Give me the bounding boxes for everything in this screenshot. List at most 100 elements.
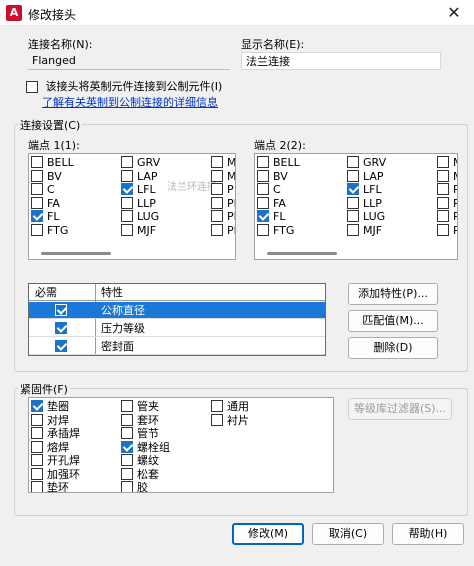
checklist-item[interactable]: LFL xyxy=(121,183,156,196)
checklist-item[interactable]: FA xyxy=(257,196,286,210)
checkbox[interactable] xyxy=(211,400,223,412)
checklist-item[interactable]: FTG xyxy=(31,223,68,237)
checkbox[interactable] xyxy=(437,169,449,182)
checkbox[interactable] xyxy=(437,210,449,222)
checklist-item[interactable]: M xyxy=(211,156,235,169)
checkbox[interactable] xyxy=(121,156,133,168)
checkbox[interactable] xyxy=(437,223,449,236)
checkbox[interactable] xyxy=(31,223,43,236)
checkbox[interactable] xyxy=(31,427,43,439)
checkbox[interactable] xyxy=(31,413,43,426)
checkbox[interactable] xyxy=(31,210,43,222)
checklist-item[interactable]: 管节 xyxy=(121,427,159,440)
checkbox[interactable] xyxy=(211,210,223,222)
checkbox[interactable] xyxy=(437,196,449,209)
imperial-option[interactable]: 该接头将英制元件连接到公制元件(I) xyxy=(26,78,222,94)
checklist-item[interactable]: BELL xyxy=(257,156,300,169)
checklist-item[interactable]: M xyxy=(437,156,457,169)
checkbox[interactable] xyxy=(347,169,359,182)
required-checkbox[interactable] xyxy=(55,322,67,334)
fasteners-list[interactable]: 垫圈 对焊 承插焊 熔焊 开孔焊 加强环 垫环 管夹 套环 管节 螺栓组 螺纹 松套胶 通用 衬片 xyxy=(28,397,334,493)
checkbox[interactable] xyxy=(121,481,133,492)
checkbox[interactable] xyxy=(121,223,133,236)
add-property-button[interactable]: 添加特性(P)... xyxy=(348,283,438,305)
checklist-item[interactable]: P xyxy=(437,210,457,223)
close-icon[interactable]: ✕ xyxy=(434,0,474,26)
checkbox[interactable] xyxy=(211,156,223,168)
checklist-item[interactable]: P xyxy=(211,183,234,196)
checklist-item[interactable]: 松套 xyxy=(121,467,159,481)
checklist-item[interactable]: MJF xyxy=(121,223,156,237)
checklist-item[interactable]: 衬片 xyxy=(211,413,249,427)
checklist-item[interactable]: LFL xyxy=(347,183,382,196)
required-cell[interactable] xyxy=(55,340,67,357)
checkbox[interactable] xyxy=(211,169,223,182)
checkbox[interactable] xyxy=(31,481,43,492)
checkbox[interactable] xyxy=(257,223,269,236)
checklist-item[interactable]: PI xyxy=(211,196,235,210)
imperial-checkbox[interactable] xyxy=(26,81,38,93)
checklist-item[interactable]: 通用 xyxy=(211,400,249,413)
checklist-item[interactable]: 胶 xyxy=(121,481,148,492)
required-checkbox[interactable] xyxy=(55,304,67,316)
checkbox[interactable] xyxy=(211,183,223,195)
checklist-item[interactable]: P xyxy=(437,183,457,196)
checkbox[interactable] xyxy=(121,440,133,453)
checkbox[interactable] xyxy=(121,400,133,412)
checkbox[interactable] xyxy=(121,454,133,466)
checkbox[interactable] xyxy=(121,413,133,426)
required-cell[interactable] xyxy=(55,304,67,321)
checklist-item[interactable]: 熔焊 xyxy=(31,440,69,454)
checklist-item[interactable]: P xyxy=(437,196,457,210)
checkbox[interactable] xyxy=(347,210,359,222)
checkbox[interactable] xyxy=(121,427,133,439)
learn-more-link[interactable]: 了解有关英制到公制连接的详细信息 xyxy=(42,94,218,110)
checklist-item[interactable]: GRV xyxy=(121,156,160,169)
checklist-item[interactable]: M xyxy=(437,169,457,183)
checkbox[interactable] xyxy=(437,183,449,195)
checkbox[interactable] xyxy=(211,223,223,236)
checkbox[interactable] xyxy=(31,400,43,412)
checkbox[interactable] xyxy=(257,183,269,195)
checkbox[interactable] xyxy=(121,210,133,222)
checkbox[interactable] xyxy=(121,183,133,195)
checklist-item[interactable]: 开孔焊 xyxy=(31,454,80,467)
required-checkbox[interactable] xyxy=(55,340,67,352)
endpoint2-list[interactable]: BELLBVCFAFLFTGGRVLAPLFLLLPLUGMJFMMPPPP xyxy=(254,153,458,260)
checkbox[interactable] xyxy=(31,454,43,466)
table-row[interactable]: 密封面 xyxy=(29,338,325,355)
modify-button[interactable]: 修改(M) xyxy=(232,523,304,545)
checklist-item[interactable]: FL xyxy=(31,210,59,223)
table-row[interactable]: 压力等级 xyxy=(29,320,325,337)
checklist-item[interactable]: P xyxy=(437,223,457,237)
checkbox[interactable] xyxy=(31,183,43,195)
checklist-item[interactable]: BV xyxy=(31,169,62,183)
checklist-item[interactable]: LLP xyxy=(347,196,382,210)
required-cell[interactable] xyxy=(55,322,67,339)
checkbox[interactable] xyxy=(121,467,133,480)
checkbox[interactable] xyxy=(257,169,269,182)
checklist-item[interactable]: 垫圈 xyxy=(31,400,69,413)
checkbox[interactable] xyxy=(31,196,43,209)
checklist-item[interactable]: LAP xyxy=(121,169,158,183)
checklist-item[interactable]: FTG xyxy=(257,223,294,237)
connection-name-field[interactable]: Flanged xyxy=(28,52,230,70)
checkbox[interactable] xyxy=(211,196,223,209)
endpoint2-scrollbar[interactable] xyxy=(267,252,337,255)
checklist-item[interactable]: LLP xyxy=(121,196,156,210)
delete-button[interactable]: 删除(D) xyxy=(348,337,438,359)
endpoint1-scrollbar[interactable] xyxy=(41,252,111,255)
match-value-button[interactable]: 匹配值(M)... xyxy=(348,310,438,332)
checkbox[interactable] xyxy=(257,210,269,222)
checklist-item[interactable]: FA xyxy=(31,196,60,210)
checklist-item[interactable]: BELL xyxy=(31,156,74,169)
checkbox[interactable] xyxy=(437,156,449,168)
checkbox[interactable] xyxy=(257,196,269,209)
checkbox[interactable] xyxy=(347,183,359,195)
checklist-item[interactable]: PL xyxy=(211,210,235,223)
endpoint1-list[interactable]: 法兰环连接 BELL BV C FA FL FTG GRV LAP LFL LLP LUG MJF M M… xyxy=(28,153,236,260)
table-row[interactable]: 公称直径 xyxy=(29,302,325,319)
checkbox[interactable] xyxy=(31,169,43,182)
checklist-item[interactable]: 加强环 xyxy=(31,467,80,481)
checklist-item[interactable]: MJF xyxy=(347,223,382,237)
